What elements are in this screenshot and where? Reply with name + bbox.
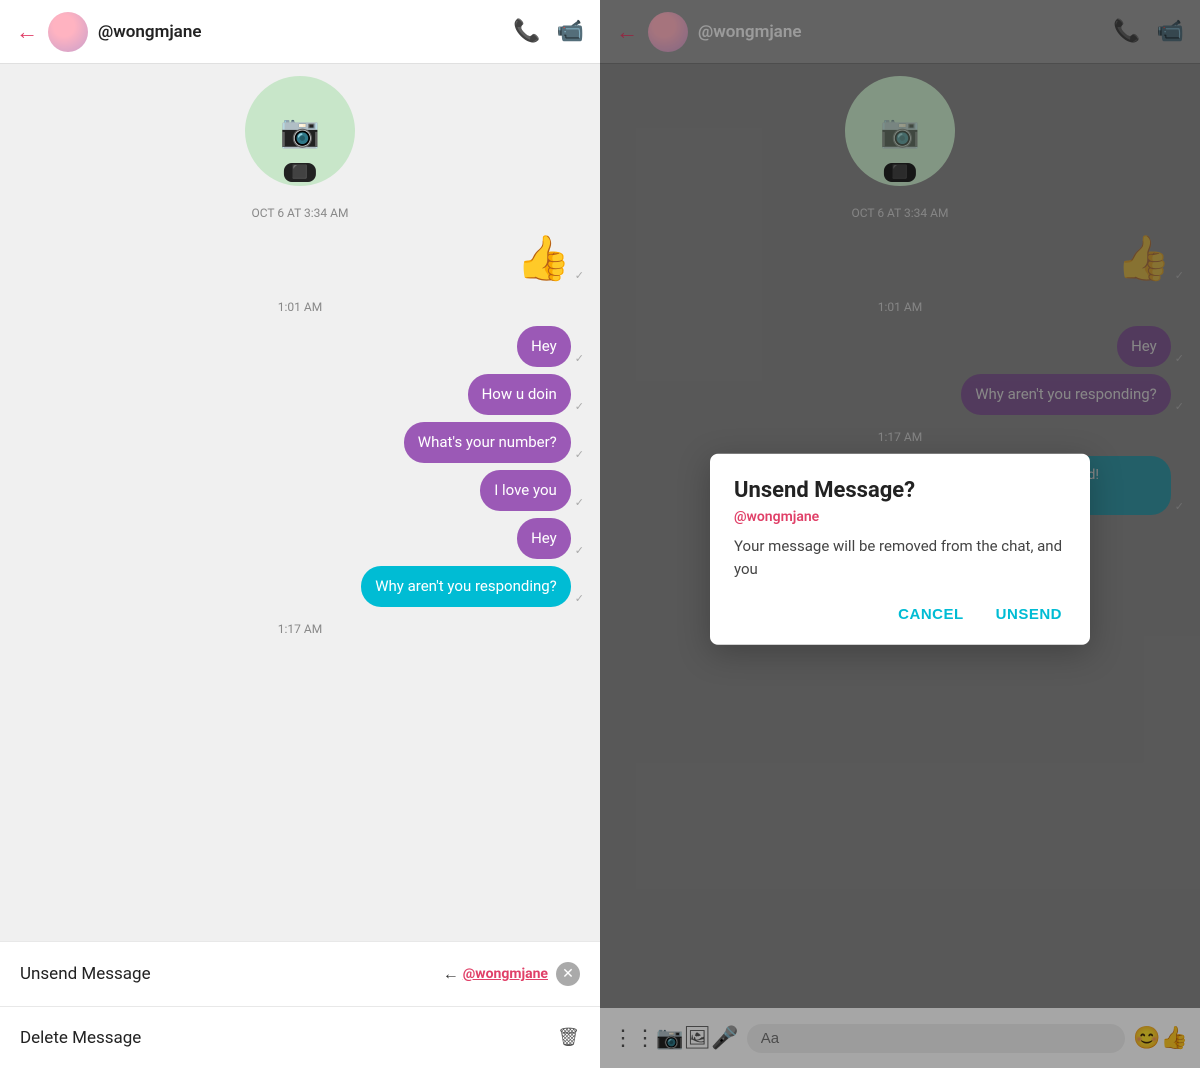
check-2: ✓ (575, 352, 584, 365)
check-6: ✓ (575, 544, 584, 557)
mention-arrow: ← @wongmjane (443, 964, 548, 984)
unsend-meta: ← @wongmjane ✕ (443, 962, 580, 986)
timestamp-1: OCT 6 AT 3:34 AM (16, 206, 584, 220)
message-row: How u doin ✓ (16, 374, 584, 415)
back-button[interactable]: ← (16, 19, 38, 45)
modal-title: Unsend Message? (734, 478, 1066, 503)
check-5: ✓ (575, 496, 584, 509)
modal-actions: CANCEL UNSEND (734, 600, 1066, 629)
bottom-sheet: Unsend Message ← @wongmjane ✕ Delete Mes… (0, 941, 600, 1068)
call-icon[interactable]: 📞 (513, 19, 540, 44)
avatar (48, 12, 88, 52)
trash-icon: 🗑 (557, 1027, 580, 1048)
message-row: What's your number? ✓ (16, 422, 584, 463)
camera-badge: ⬛ (284, 163, 316, 182)
sticker-area: 📷 ⬛ (16, 76, 584, 186)
bubble-hey2: Hey (517, 518, 571, 559)
username-label: @wongmjane (98, 22, 513, 42)
modal-body: Your message will be removed from the ch… (734, 535, 1066, 580)
unsend-button[interactable]: UNSEND (992, 600, 1066, 629)
unsend-modal: Unsend Message? @wongmjane Your message … (710, 454, 1090, 645)
check-4: ✓ (575, 448, 584, 461)
bubble-love: I love you (480, 470, 571, 511)
mention-username: @wongmjane (463, 966, 548, 982)
chat-area-left: 📷 ⬛ OCT 6 AT 3:34 AM 👍 ✓ 1:01 AM Hey ✓ H… (0, 64, 600, 941)
message-row: Why aren't you responding? ✓ (16, 566, 584, 607)
header-icons: 📞 📹 (513, 19, 584, 44)
left-header: ← @wongmjane 📞 📹 (0, 0, 600, 64)
bubble-number: What's your number? (404, 422, 571, 463)
unsend-label: Unsend Message (20, 964, 151, 984)
thumbs-up-row: 👍 ✓ (16, 232, 584, 284)
message-row: I love you ✓ (16, 470, 584, 511)
timestamp-2: 1:01 AM (16, 300, 584, 314)
unsend-item[interactable]: Unsend Message ← @wongmjane ✕ (0, 941, 600, 1006)
message-row: Hey ✓ (16, 518, 584, 559)
bubble-responding: Why aren't you responding? (361, 566, 571, 607)
cancel-button[interactable]: CANCEL (894, 600, 968, 629)
check-7: ✓ (575, 592, 584, 605)
sticker: 📷 ⬛ (245, 76, 355, 186)
thumbs-up-emoji: 👍 (516, 232, 571, 284)
video-icon[interactable]: 📹 (557, 19, 584, 44)
check-sent-1: ✓ (575, 269, 584, 282)
close-button[interactable]: ✕ (556, 962, 580, 986)
bubble-hey: Hey (517, 326, 571, 367)
message-row: Hey ✓ (16, 326, 584, 367)
left-panel: ← @wongmjane 📞 📹 📷 ⬛ OCT 6 AT 3:34 AM 👍 … (0, 0, 600, 1068)
right-panel: ← @wongmjane 📞 📹 📷 ⬛ OCT 6 AT 3:34 AM 👍 … (600, 0, 1200, 1068)
delete-item[interactable]: Delete Message 🗑 (0, 1006, 600, 1068)
delete-label: Delete Message (20, 1028, 141, 1048)
modal-username: @wongmjane (734, 509, 1066, 525)
check-3: ✓ (575, 400, 584, 413)
bubble-how: How u doin (468, 374, 571, 415)
timestamp-3: 1:17 AM (16, 622, 584, 636)
